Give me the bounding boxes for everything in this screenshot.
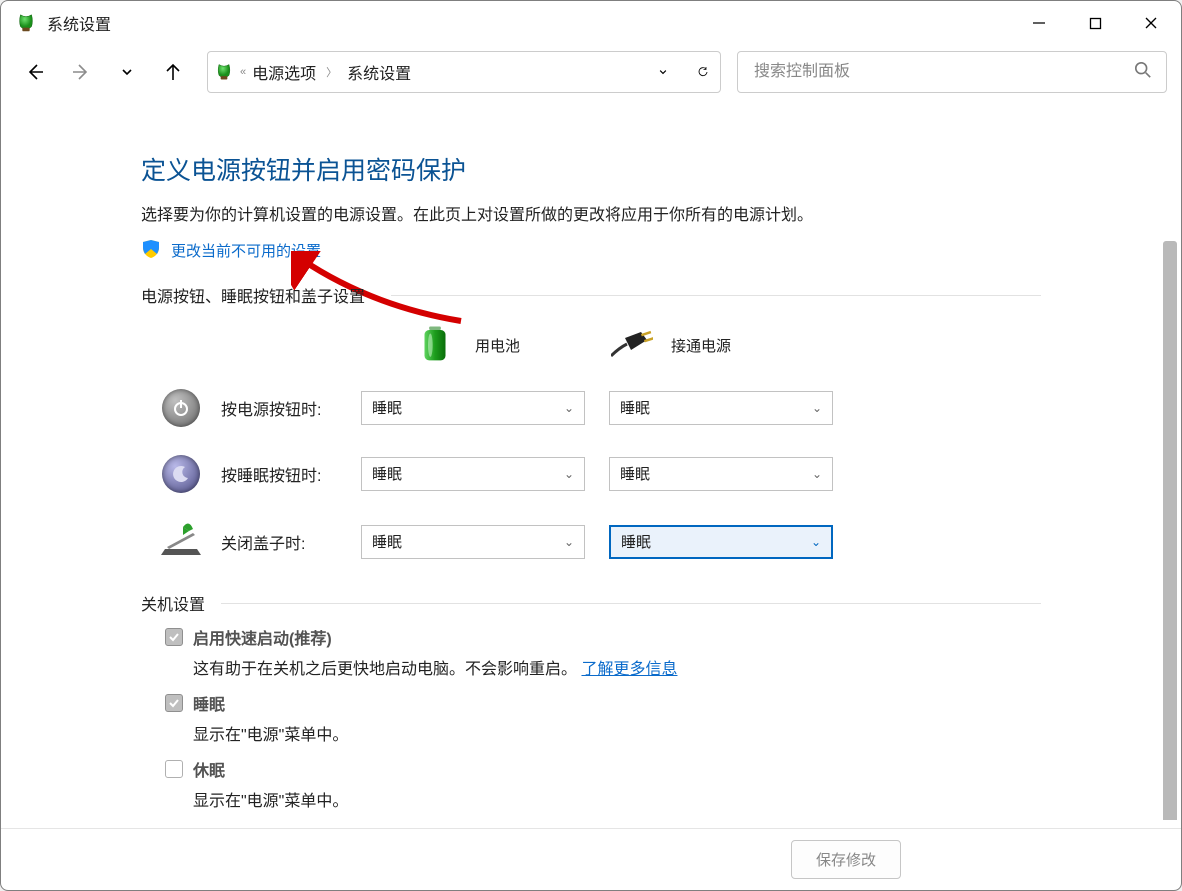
- checkbox-sleep[interactable]: [165, 694, 183, 712]
- select-value: 睡眠: [372, 463, 402, 484]
- checkbox-sleep-label: 睡眠: [193, 691, 225, 715]
- refresh-button[interactable]: [692, 61, 714, 83]
- moon-icon: [162, 455, 200, 493]
- titlebar: 系统设置: [1, 1, 1181, 45]
- footer: 保存修改: [1, 828, 1181, 890]
- select-power-plugged[interactable]: 睡眠 ⌄: [609, 391, 833, 425]
- address-dropdown-button[interactable]: [652, 61, 674, 83]
- window-title: 系统设置: [47, 11, 111, 35]
- checkbox-fast-startup-label: 启用快速启动(推荐): [193, 625, 332, 649]
- checkbox-fast-startup[interactable]: [165, 628, 183, 646]
- checkbox-sleep-row: 睡眠: [165, 691, 1041, 715]
- chevron-down-icon: ⌄: [564, 467, 574, 481]
- window: 系统设置: [0, 0, 1182, 891]
- app-icon: [15, 12, 37, 34]
- sleep-desc: 显示在"电源"菜单中。: [193, 721, 1041, 745]
- nav-back-button[interactable]: [15, 52, 55, 92]
- content-area: 定义电源按钮并启用密码保护 选择要为你的计算机设置的电源设置。在此页上对设置所做…: [1, 101, 1181, 820]
- select-value: 睡眠: [621, 531, 651, 552]
- row-close-lid-label: 关闭盖子时:: [221, 530, 361, 554]
- select-value: 睡眠: [372, 397, 402, 418]
- nav-forward-button[interactable]: [61, 52, 101, 92]
- select-sleep-plugged[interactable]: 睡眠 ⌄: [609, 457, 833, 491]
- breadcrumb-ellipsis[interactable]: «: [240, 66, 246, 78]
- search-icon[interactable]: [1134, 61, 1152, 83]
- select-sleep-battery[interactable]: 睡眠 ⌄: [361, 457, 585, 491]
- save-button[interactable]: 保存修改: [791, 840, 901, 879]
- checkbox-fast-startup-row: 启用快速启动(推荐): [165, 625, 1041, 649]
- laptop-lid-icon: [159, 521, 203, 563]
- search-input[interactable]: [752, 62, 1134, 82]
- nav-up-button[interactable]: [153, 52, 193, 92]
- chevron-down-icon: ⌄: [564, 401, 574, 415]
- breadcrumb: 电源选项 〉 系统设置: [252, 60, 646, 84]
- chevron-down-icon: ⌄: [812, 401, 822, 415]
- select-value: 睡眠: [620, 397, 650, 418]
- column-plugged-label: 接通电源: [671, 335, 731, 356]
- row-sleep-button: 按睡眠按钮时: 睡眠 ⌄ 睡眠 ⌄: [141, 455, 1041, 493]
- power-columns-header: 用电池 接通电源: [141, 325, 1041, 367]
- breadcrumb-current[interactable]: 系统设置: [347, 60, 411, 84]
- plug-icon: [611, 328, 653, 364]
- section-shutdown-label: 关机设置: [141, 591, 1041, 615]
- checkbox-hibernate-label: 休眠: [193, 757, 225, 781]
- chevron-right-icon: 〉: [326, 64, 337, 80]
- checkbox-hibernate-row: 休眠: [165, 757, 1041, 781]
- window-controls: [1011, 3, 1179, 43]
- section-buttons-label: 电源按钮、睡眠按钮和盖子设置: [141, 283, 1041, 307]
- nav-history-dropdown[interactable]: [107, 52, 147, 92]
- column-battery-label: 用电池: [475, 335, 520, 356]
- close-button[interactable]: [1123, 3, 1179, 43]
- minimize-button[interactable]: [1011, 3, 1067, 43]
- checkbox-hibernate[interactable]: [165, 760, 183, 778]
- select-value: 睡眠: [372, 531, 402, 552]
- titlebar-left: 系统设置: [15, 11, 111, 35]
- chevron-down-icon: ⌄: [812, 467, 822, 481]
- select-lid-battery[interactable]: 睡眠 ⌄: [361, 525, 585, 559]
- page-heading: 定义电源按钮并启用密码保护: [141, 151, 1041, 187]
- address-bar[interactable]: « 电源选项 〉 系统设置: [207, 51, 721, 93]
- row-close-lid: 关闭盖子时: 睡眠 ⌄ 睡眠 ⌄: [141, 521, 1041, 563]
- maximize-button[interactable]: [1067, 3, 1123, 43]
- page-description: 选择要为你的计算机设置的电源设置。在此页上对设置所做的更改将应用于你所有的电源计…: [141, 203, 1041, 229]
- scrollbar-thumb[interactable]: [1163, 241, 1177, 820]
- chevron-down-icon: ⌄: [811, 535, 821, 549]
- search-box[interactable]: [737, 51, 1167, 93]
- select-lid-plugged[interactable]: 睡眠 ⌄: [609, 525, 833, 559]
- row-sleep-button-label: 按睡眠按钮时:: [221, 462, 361, 486]
- address-bar-icon: [214, 62, 234, 82]
- select-value: 睡眠: [620, 463, 650, 484]
- learn-more-link[interactable]: 了解更多信息: [581, 661, 677, 678]
- scrollbar[interactable]: [1163, 241, 1177, 820]
- select-power-battery[interactable]: 睡眠 ⌄: [361, 391, 585, 425]
- shield-icon: [141, 239, 161, 263]
- change-unavailable-settings-link[interactable]: 更改当前不可用的设置: [171, 240, 321, 261]
- row-power-button-label: 按电源按钮时:: [221, 396, 361, 420]
- row-power-button: 按电源按钮时: 睡眠 ⌄ 睡眠 ⌄: [141, 389, 1041, 427]
- admin-link-row: 更改当前不可用的设置: [141, 239, 1041, 263]
- hibernate-desc: 显示在"电源"菜单中。: [193, 787, 1041, 811]
- fast-startup-desc: 这有助于在关机之后更快地启动电脑。不会影响重启。 了解更多信息: [193, 655, 1041, 679]
- battery-icon: [421, 325, 457, 367]
- power-icon: [162, 389, 200, 427]
- chevron-down-icon: ⌄: [564, 535, 574, 549]
- breadcrumb-parent[interactable]: 电源选项: [252, 60, 316, 84]
- navbar: « 电源选项 〉 系统设置: [1, 45, 1181, 99]
